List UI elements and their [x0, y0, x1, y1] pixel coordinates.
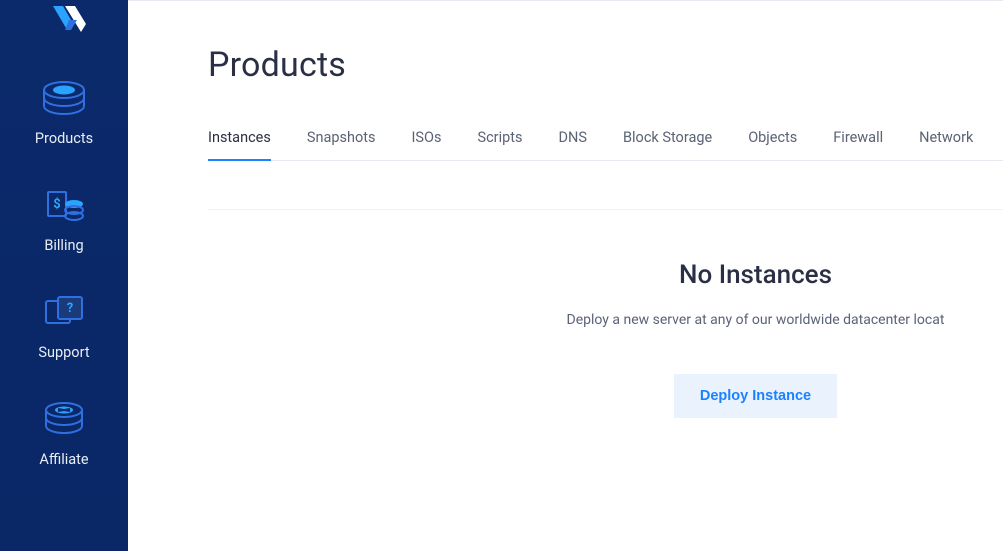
- tab-scripts[interactable]: Scripts: [477, 129, 522, 160]
- sidebar-item-products[interactable]: Products: [35, 76, 93, 147]
- tab-isos[interactable]: ISOs: [411, 129, 441, 160]
- tab-firewall[interactable]: Firewall: [833, 129, 883, 160]
- svg-text:?: ?: [67, 301, 73, 316]
- sidebar: Products $ Billing ? Support: [0, 0, 128, 551]
- sidebar-item-label: Support: [38, 344, 89, 361]
- page-title: Products: [208, 45, 1003, 85]
- billing-icon: $: [38, 183, 90, 229]
- affiliate-icon: [38, 397, 90, 443]
- main-content: Products Instances Snapshots ISOs Script…: [128, 0, 1003, 551]
- products-icon: [38, 76, 90, 122]
- tab-instances[interactable]: Instances: [208, 129, 271, 160]
- sidebar-item-billing[interactable]: $ Billing: [38, 183, 90, 254]
- sidebar-item-label: Affiliate: [39, 451, 88, 468]
- sidebar-item-support[interactable]: ? Support: [38, 290, 90, 361]
- sidebar-item-affiliate[interactable]: Affiliate: [38, 397, 90, 468]
- tab-block-storage[interactable]: Block Storage: [623, 129, 712, 160]
- empty-state-title: No Instances: [508, 260, 1003, 290]
- svg-text:$: $: [53, 197, 60, 212]
- tabs: Instances Snapshots ISOs Scripts DNS Blo…: [208, 129, 1003, 161]
- tab-network[interactable]: Network: [919, 129, 973, 160]
- deploy-instance-button[interactable]: Deploy Instance: [674, 374, 837, 418]
- sidebar-item-label: Billing: [44, 237, 83, 254]
- vultr-logo: [41, 6, 87, 46]
- tab-dns[interactable]: DNS: [559, 129, 587, 160]
- support-icon: ?: [38, 290, 90, 336]
- sidebar-item-label: Products: [35, 130, 93, 147]
- tab-snapshots[interactable]: Snapshots: [307, 129, 376, 160]
- tab-objects[interactable]: Objects: [748, 129, 797, 160]
- empty-state-panel: No Instances Deploy a new server at any …: [208, 209, 1003, 418]
- empty-state-subtitle: Deploy a new server at any of our worldw…: [508, 312, 1003, 328]
